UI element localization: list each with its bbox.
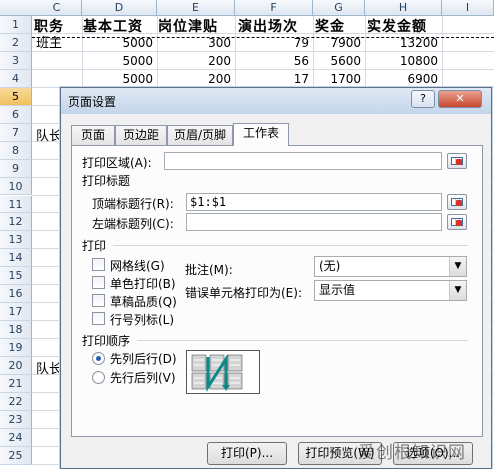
draft-quality-label: 草稿品质(Q)	[110, 295, 177, 309]
column-header-f[interactable]: F	[235, 0, 313, 16]
data-cell[interactable]: 班主	[32, 35, 82, 53]
tab-header-footer[interactable]: 页眉/页脚	[167, 125, 233, 145]
row-header-9[interactable]: 9	[0, 159, 32, 178]
black-and-white-label: 单色打印(B)	[110, 277, 176, 291]
column-header-h[interactable]: H	[365, 0, 442, 16]
row-header-16[interactable]: 16	[0, 285, 32, 304]
data-cell[interactable]: 300	[157, 35, 235, 53]
top-rows-input[interactable]: $1:$1	[186, 193, 442, 211]
over-then-down-label: 先行后列(V)	[110, 371, 176, 385]
row-header-15[interactable]: 15	[0, 267, 32, 286]
row-header-4[interactable]: 4	[0, 69, 32, 88]
data-cell[interactable]: 5000	[82, 35, 157, 53]
row-header-1[interactable]: 1	[0, 16, 32, 34]
row-header-7[interactable]: 7	[0, 123, 32, 142]
row-header-12[interactable]: 12	[0, 213, 32, 232]
row-header-3[interactable]: 3	[0, 51, 32, 70]
page-order-label: 打印顺序	[82, 334, 131, 348]
watermark: 爱创根知识网	[358, 443, 466, 463]
page-order-divider	[137, 340, 468, 341]
cell-errors-select[interactable]: 显示值 ▼	[314, 280, 467, 301]
page-order-icon	[191, 353, 243, 393]
row-header-2[interactable]: 2	[0, 33, 32, 52]
print-section-label: 打印	[82, 239, 107, 253]
row-header-18[interactable]: 18	[0, 321, 32, 340]
data-cell[interactable]: 7900	[313, 35, 365, 53]
row-header-13[interactable]: 13	[0, 231, 32, 250]
tab-margins[interactable]: 页边距	[115, 125, 167, 145]
print-area-collapse-button[interactable]	[447, 153, 467, 169]
row-col-headings-label: 行号列标(L)	[110, 313, 175, 327]
print-button[interactable]: 打印(P)...	[207, 442, 287, 465]
comments-label: 批注(M):	[185, 263, 233, 277]
data-cell[interactable]: 56	[235, 53, 313, 71]
help-button[interactable]: ?	[411, 90, 435, 108]
cell-c7[interactable]: 队长	[32, 126, 62, 148]
print-area-input[interactable]	[164, 152, 442, 170]
row-header-23[interactable]: 23	[0, 410, 32, 429]
row-header-22[interactable]: 22	[0, 392, 32, 411]
row-header-24[interactable]: 24	[0, 428, 32, 447]
black-and-white-checkbox[interactable]	[92, 276, 105, 289]
row-header-8[interactable]: 8	[0, 141, 32, 160]
draft-quality-checkbox[interactable]	[92, 294, 105, 307]
print-titles-label: 打印标题	[82, 174, 131, 188]
column-header-bar: C D E F G H I	[0, 0, 494, 16]
comments-select-value: (无)	[319, 259, 341, 273]
gridlines-label: 网格线(G)	[110, 259, 165, 273]
column-header-i[interactable]: I	[442, 0, 494, 16]
row-header-11[interactable]: 11	[0, 195, 32, 214]
down-then-over-label: 先列后行(D)	[110, 352, 177, 366]
cell-errors-label: 错误单元格打印为(E):	[185, 286, 302, 300]
row-header-5[interactable]: 5	[0, 87, 32, 106]
data-cell[interactable]: 5000	[82, 53, 157, 71]
tab-page[interactable]: 页面	[71, 125, 115, 145]
chevron-down-icon[interactable]: ▼	[449, 257, 466, 276]
row-header-21[interactable]: 21	[0, 375, 32, 393]
row-header-20[interactable]: 20	[0, 357, 32, 375]
row-header-14[interactable]: 14	[0, 249, 32, 268]
column-header-d[interactable]: D	[82, 0, 157, 16]
dialog-title: 页面设置	[68, 95, 117, 109]
data-cell[interactable]: 5600	[313, 53, 365, 71]
row-col-headings-checkbox[interactable]	[92, 312, 105, 325]
column-header-g[interactable]: G	[313, 0, 365, 16]
data-cell[interactable]: 200	[157, 53, 235, 71]
gridlines-checkbox[interactable]	[92, 258, 105, 271]
cell-c20[interactable]: 队长	[32, 359, 62, 381]
top-rows-label: 顶端标题行(R):	[92, 197, 174, 211]
print-area-label: 打印区域(A):	[82, 156, 152, 170]
chevron-down-icon[interactable]: ▼	[449, 281, 466, 300]
row-header-6[interactable]: 6	[0, 105, 32, 124]
column-header-c[interactable]: C	[32, 0, 82, 16]
left-cols-label: 左端标题列(C):	[92, 217, 174, 231]
row-header-10[interactable]: 10	[0, 177, 32, 196]
column-header-e[interactable]: E	[157, 0, 235, 16]
close-button[interactable]: ✕	[438, 90, 482, 108]
left-cols-input[interactable]	[186, 213, 442, 231]
top-rows-collapse-button[interactable]	[447, 194, 467, 210]
print-section-divider	[113, 245, 468, 246]
left-cols-collapse-button[interactable]	[447, 214, 467, 230]
data-cell[interactable]: 13200	[365, 35, 442, 53]
data-cell[interactable]: 10800	[365, 53, 442, 71]
row-header-17[interactable]: 17	[0, 303, 32, 322]
over-then-down-radio[interactable]	[92, 371, 105, 384]
tab-sheet[interactable]: 工作表	[233, 123, 289, 146]
dialog-titlebar[interactable]: 页面设置 ? ✕	[61, 88, 491, 114]
down-then-over-radio[interactable]	[92, 352, 105, 365]
data-cell[interactable]: 79	[235, 35, 313, 53]
cell-errors-select-value: 显示值	[319, 283, 356, 297]
page-setup-dialog: 页面设置 ? ✕ 页面 页边距 页眉/页脚 工作表 打印区域(A): 打印标题 …	[60, 87, 492, 469]
comments-select[interactable]: (无) ▼	[314, 256, 467, 277]
row-header-19[interactable]: 19	[0, 339, 32, 358]
dialog-tabs: 页面 页边距 页眉/页脚 工作表	[71, 123, 481, 146]
row-header-25[interactable]: 25	[0, 446, 32, 465]
page-order-preview	[186, 350, 260, 394]
